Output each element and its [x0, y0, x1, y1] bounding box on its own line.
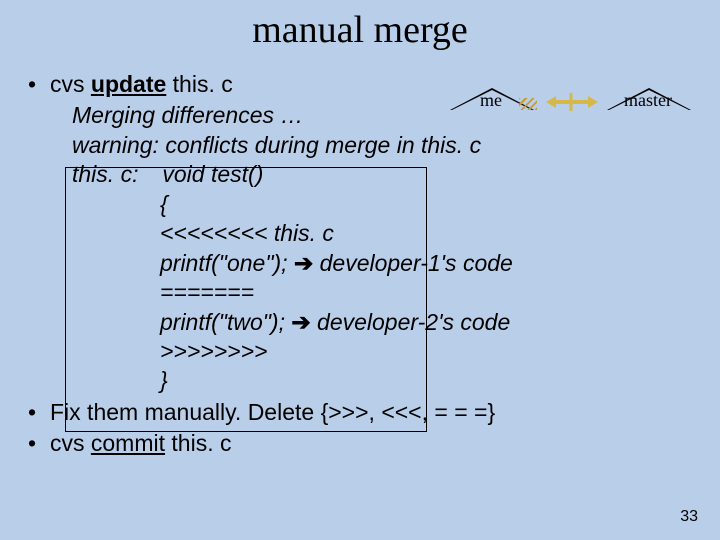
bullet-dot: •	[28, 429, 50, 458]
output-line-3: this. c: void test()	[28, 160, 720, 189]
collision-arrow-icon	[544, 92, 600, 112]
bullet-2: • Fix them manually. Delete {>>>, <<<, =…	[28, 398, 720, 427]
merge-diagram: me master	[450, 80, 700, 130]
right-arrow-icon: ➔	[294, 250, 313, 276]
slide-title: manual merge	[0, 0, 720, 70]
l8-comment: developer-2's code	[311, 309, 511, 335]
b1-update-word: update	[91, 71, 166, 97]
b1-cmd-prefix: cvs	[50, 71, 91, 97]
l3-code: void test()	[162, 161, 263, 187]
output-line-10: }	[28, 366, 720, 395]
output-line-8: printf("two"); ➔ developer-2's code	[28, 308, 720, 337]
bullet-dot: •	[28, 398, 50, 427]
b3-prefix: cvs	[50, 430, 91, 456]
label-master: master	[624, 90, 672, 111]
label-me: me	[480, 90, 502, 111]
output-line-7: =======	[28, 278, 720, 307]
b3-suffix: this. c	[165, 430, 231, 456]
bullet-1-text: cvs update this. c	[50, 70, 233, 99]
output-line-6: printf("one"); ➔ developer-1's code	[28, 249, 720, 278]
l6-code: printf("one");	[160, 250, 294, 276]
bullet-3-text: cvs commit this. c	[50, 429, 231, 458]
bullet-dot: •	[28, 70, 50, 99]
hatch-conflict-icon	[519, 98, 537, 110]
output-line-5: <<<<<<<< this. c	[28, 219, 720, 248]
bullet-3: • cvs commit this. c	[28, 429, 720, 458]
bullet-2-text: Fix them manually. Delete {>>>, <<<, = =…	[50, 398, 495, 427]
b1-suffix: this. c	[166, 71, 232, 97]
output-line-2: warning: conflicts during merge in this.…	[28, 131, 720, 160]
page-number: 33	[680, 508, 698, 526]
b3-commit-word: commit	[91, 430, 165, 456]
l6-comment: developer-1's code	[313, 250, 513, 276]
right-arrow-icon: ➔	[291, 309, 310, 335]
l3-filename: this. c:	[72, 160, 156, 189]
output-line-4: {	[28, 190, 720, 219]
l8-code: printf("two");	[160, 309, 291, 335]
output-line-9: >>>>>>>>	[28, 337, 720, 366]
